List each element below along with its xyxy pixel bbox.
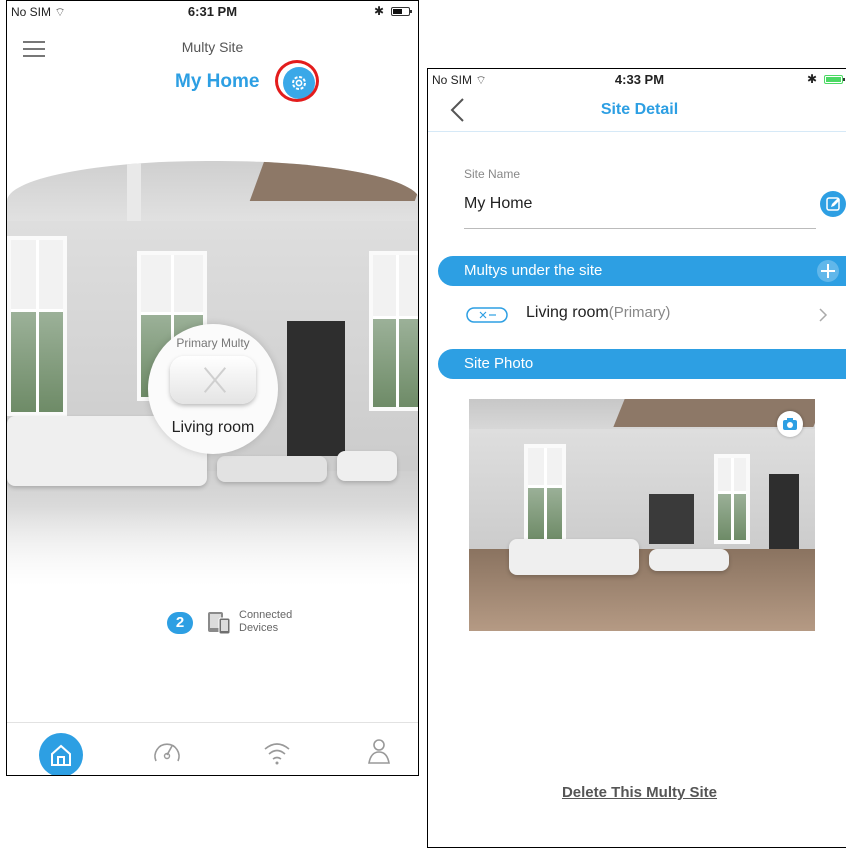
tab-users[interactable] <box>359 731 399 771</box>
edit-site-name-button[interactable] <box>820 191 846 217</box>
page-subtitle: Multy Site <box>181 39 244 55</box>
devices-icon <box>208 612 231 635</box>
multy-device-icon <box>466 307 508 323</box>
tab-speed[interactable] <box>147 731 187 771</box>
edit-icon <box>826 197 840 211</box>
multy-item-name: Living room(Primary) <box>526 304 671 321</box>
photo-section-header: Site Photo <box>438 349 846 379</box>
site-detail-screen: No SIM ⌔ 4:33 PM ✱ Site Detail Site Name… <box>427 68 846 848</box>
multys-section-header: Multys under the site <box>438 256 846 286</box>
speed-gauge-icon <box>154 743 180 762</box>
wifi-icon <box>264 743 290 765</box>
tab-bar <box>7 722 418 775</box>
highlight-circle <box>275 60 319 102</box>
delete-site-link[interactable]: Delete This Multy Site <box>428 784 846 801</box>
camera-icon <box>783 418 797 430</box>
connected-devices-label: Connected Devices <box>239 609 293 634</box>
page-title: Site Detail <box>600 101 679 118</box>
chevron-right-icon <box>819 308 828 322</box>
clock: 4:33 PM <box>614 72 665 87</box>
primary-multy-card[interactable]: Primary Multy Living room <box>148 324 278 454</box>
home-icon <box>51 744 71 766</box>
multy-role-label: Primary Multy <box>176 336 250 350</box>
bluetooth-icon: ✱ <box>373 4 384 18</box>
multy-name: Living room <box>171 419 255 436</box>
battery-icon <box>824 75 845 84</box>
status-bar: No SIM ⌔ 6:31 PM ✱ <box>7 1 418 23</box>
multy-device-icon <box>170 356 256 404</box>
coffee-table <box>217 456 327 482</box>
multy-list-item[interactable]: Living room(Primary) <box>438 295 846 333</box>
site-name-value: My Home <box>464 195 533 212</box>
bluetooth-icon: ✱ <box>806 72 817 86</box>
window <box>369 251 418 411</box>
users-icon <box>368 739 390 764</box>
bookshelf <box>287 321 345 456</box>
change-photo-button[interactable] <box>777 411 803 437</box>
status-bar: No SIM ⌔ 4:33 PM ✱ <box>428 69 846 91</box>
site-title[interactable]: My Home <box>175 71 259 93</box>
nav-header: Site Detail <box>428 91 846 132</box>
site-photo[interactable] <box>469 399 815 631</box>
battery-icon <box>391 7 412 16</box>
add-multy-icon[interactable] <box>816 259 840 283</box>
window <box>7 236 67 416</box>
primary-tag: (Primary) <box>608 304 671 321</box>
site-name-label: Site Name <box>464 167 521 181</box>
device-count-badge: 2 <box>167 612 193 634</box>
site-name-underline <box>464 228 816 229</box>
tab-wifi[interactable] <box>257 731 297 771</box>
clock: 6:31 PM <box>187 4 238 19</box>
photo-section-title: Site Photo <box>464 355 534 372</box>
home-screen: No SIM ⌔ 6:31 PM ✱ Multy Site My Home Pr… <box>6 0 419 776</box>
multys-section-title: Multys under the site <box>464 262 603 279</box>
tab-home[interactable] <box>39 733 83 775</box>
